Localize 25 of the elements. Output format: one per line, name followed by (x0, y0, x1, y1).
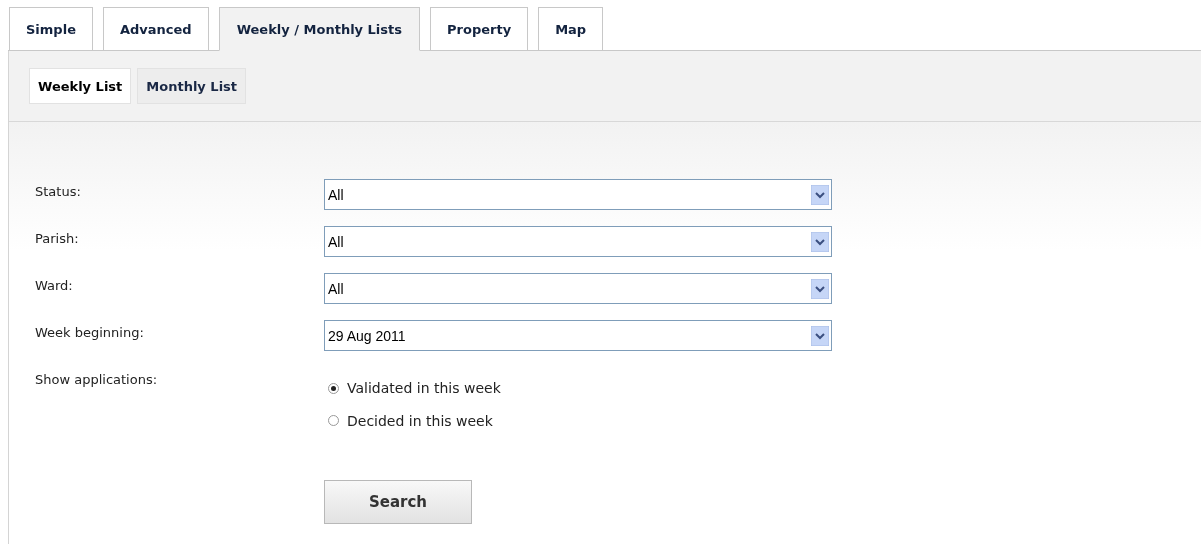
tab[interactable]: Property (430, 7, 529, 51)
dropdown-field[interactable]: 29 Aug 2011 (324, 320, 832, 351)
tab[interactable]: Simple (9, 7, 93, 51)
sub-tab[interactable]: Monthly List (137, 68, 247, 104)
field-label: Week beginning: (35, 324, 145, 340)
field-label: Parish: (35, 230, 80, 246)
dropdown-field[interactable]: All (324, 226, 832, 257)
field-label: Ward: (35, 277, 74, 293)
radio-label[interactable]: Validated in this week (347, 380, 501, 396)
tab[interactable]: Advanced (102, 7, 209, 51)
tab[interactable]: Map (538, 7, 604, 51)
dropdown-arrow-icon[interactable] (811, 231, 829, 252)
dropdown-arrow-icon[interactable] (811, 278, 829, 299)
dropdown-arrow-icon[interactable] (811, 184, 829, 205)
dropdown-field[interactable]: All (324, 179, 832, 210)
search-button[interactable]: Search (324, 480, 472, 524)
field-label: Status: (35, 183, 82, 199)
radio-button[interactable] (328, 382, 339, 394)
tab[interactable]: Weekly / Monthly Lists (218, 7, 421, 51)
field-label: Show applications: (35, 371, 159, 387)
radio-button[interactable] (328, 415, 339, 426)
dropdown-arrow-icon[interactable] (811, 325, 829, 346)
radio-label[interactable]: Decided in this week (347, 412, 493, 429)
dropdown-field[interactable]: All (324, 273, 832, 304)
sub-tab[interactable]: Weekly List (29, 68, 132, 104)
